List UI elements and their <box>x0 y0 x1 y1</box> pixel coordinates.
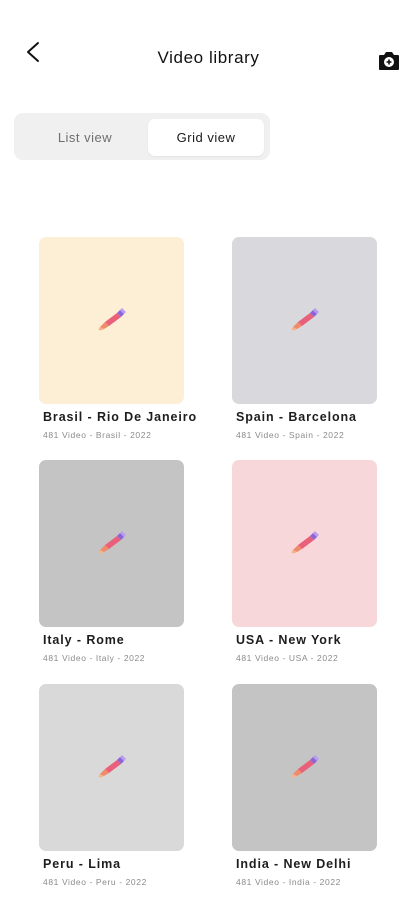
video-card-italy[interactable]: Italy - Rome 481 Video - Italy - 2022 <box>39 460 189 680</box>
pencil-icon <box>291 308 319 331</box>
pencil-icon <box>291 755 319 778</box>
video-thumbnail <box>232 460 377 627</box>
card-title: Peru - Lima <box>43 857 121 871</box>
grid-view-tab[interactable]: Grid view <box>148 119 264 156</box>
pencil-icon <box>98 308 126 331</box>
card-title: Italy - Rome <box>43 633 125 647</box>
card-subtitle: 481 Video - Spain - 2022 <box>236 430 345 440</box>
video-thumbnail <box>39 237 184 404</box>
video-thumbnail <box>39 460 184 627</box>
video-card-spain[interactable]: Spain - Barcelona 481 Video - Spain - 20… <box>232 237 382 457</box>
video-card-usa[interactable]: USA - New York 481 Video - USA - 2022 <box>232 460 382 680</box>
card-subtitle: 481 Video - Brasil - 2022 <box>43 430 152 440</box>
video-card-india[interactable]: India - New Delhi 481 Video - India - 20… <box>232 684 382 904</box>
card-subtitle: 481 Video - India - 2022 <box>236 877 341 887</box>
card-title: Spain - Barcelona <box>236 410 357 424</box>
camera-button[interactable] <box>377 50 401 72</box>
pencil-icon <box>98 755 126 778</box>
pencil-icon <box>98 531 126 554</box>
pencil-icon <box>291 531 319 554</box>
card-subtitle: 481 Video - USA - 2022 <box>236 653 339 663</box>
card-subtitle: 481 Video - Italy - 2022 <box>43 653 146 663</box>
card-title: USA - New York <box>236 633 342 647</box>
video-thumbnail <box>39 684 184 851</box>
video-thumbnail <box>232 684 377 851</box>
camera-add-icon <box>379 52 399 70</box>
card-subtitle: 481 Video - Peru - 2022 <box>43 877 147 887</box>
card-title: India - New Delhi <box>236 857 352 871</box>
list-view-tab[interactable]: List view <box>20 119 150 156</box>
video-thumbnail <box>232 237 377 404</box>
header: Video library <box>0 0 417 110</box>
card-title: Brasil - Rio De Janeiro <box>43 410 198 424</box>
video-card-peru[interactable]: Peru - Lima 481 Video - Peru - 2022 <box>39 684 189 904</box>
page-title: Video library <box>157 48 260 67</box>
view-toggle: List view Grid view <box>14 113 270 160</box>
video-card-brasil[interactable]: Brasil - Rio De Janeiro 481 Video - Bras… <box>39 237 196 457</box>
